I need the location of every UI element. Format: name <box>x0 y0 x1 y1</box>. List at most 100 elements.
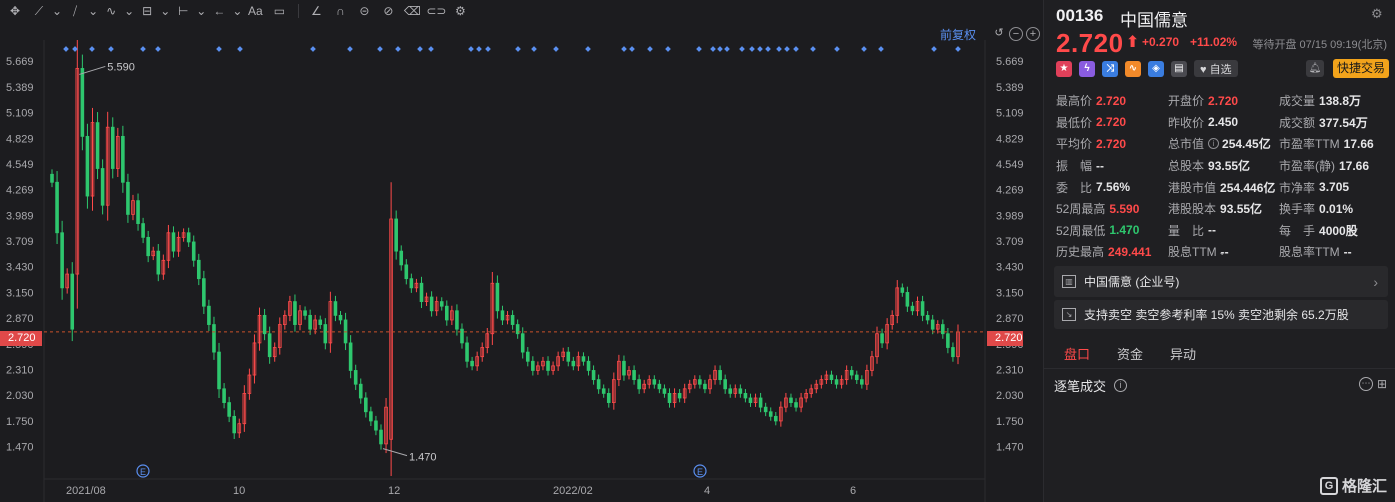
high-annotation: 5.590 <box>107 61 135 73</box>
event-diamond <box>395 46 401 52</box>
candle-body <box>925 314 930 321</box>
fib-tool-icon[interactable]: ⊟ <box>136 1 158 21</box>
candle-body <box>60 232 64 289</box>
stat-cell: 换手率 0.01% <box>1279 198 1392 220</box>
event-diamond <box>310 46 316 52</box>
channel-tool-icon[interactable]: ⧸ <box>64 1 86 21</box>
gear-icon[interactable]: ⚙ <box>1371 6 1385 21</box>
stat-label: 每 手 <box>1279 223 1316 238</box>
candle-body <box>70 273 75 330</box>
chart-badge-icon[interactable]: ∿ <box>1125 60 1141 77</box>
stock-code: 00136 <box>1056 6 1104 25</box>
short-sell-card[interactable]: ↘ 支持卖空 卖空参考利率 15% 卖空池剩余 65.2万股 <box>1054 300 1388 329</box>
toolbar-separator <box>298 4 300 18</box>
stat-label: 平均价 <box>1056 137 1093 152</box>
flash-icon[interactable]: ϟ <box>1079 60 1095 77</box>
quick-trade-button[interactable]: 快捷交易 <box>1333 59 1389 78</box>
company-account-card[interactable]: ▥ 中国儒意 (企业号) › <box>1054 266 1388 297</box>
event-diamond <box>585 46 591 52</box>
stat-cell: 总股本 93.55亿 <box>1168 155 1279 177</box>
info-icon[interactable]: i <box>1114 379 1128 392</box>
magnet-icon[interactable]: ∩ <box>329 1 351 21</box>
event-diamond <box>377 46 383 52</box>
tab-divider <box>1044 368 1395 369</box>
chevron-down-icon[interactable]: ⌄ <box>52 1 62 21</box>
more-icon[interactable]: ⋯ <box>1359 377 1373 391</box>
y-tick-label-right: 2.870 <box>996 313 1024 325</box>
angle-tool-icon[interactable]: ∠ <box>305 1 327 21</box>
candle-body <box>186 232 191 243</box>
shuffle-icon[interactable]: ⤨ <box>1102 60 1118 77</box>
candlestick-chart[interactable]: 5.669 5.669 5.389 5.389 5.109 5.109 4.829 4.829… <box>0 40 1043 502</box>
event-diamond <box>621 46 627 52</box>
y-tick-label-right: 5.389 <box>996 82 1024 94</box>
text-tool-icon[interactable]: Aa <box>244 1 266 21</box>
zoom-in-icon[interactable]: + <box>1026 27 1040 41</box>
detail-tabs: 盘口 资金 异动 <box>1064 344 1223 363</box>
candle-body <box>758 397 763 408</box>
trash-icon[interactable]: ⌫ <box>401 1 423 21</box>
candle-body <box>196 259 201 280</box>
candle-body <box>596 379 601 390</box>
tab-capital-flow[interactable]: 资金 <box>1117 344 1143 363</box>
candle-body <box>728 388 733 394</box>
y-tick-label-left: 5.389 <box>6 82 34 94</box>
y-tick-label-right: 4.829 <box>996 133 1024 145</box>
wave-tool-icon[interactable]: ∿ <box>100 1 122 21</box>
watchlist-button[interactable]: ♥ 自选 <box>1194 60 1238 77</box>
stat-label: 52周最低 <box>1056 223 1106 238</box>
gear-icon[interactable]: ⚙ <box>449 1 471 21</box>
stat-value: 93.55亿 <box>1208 159 1251 174</box>
chevron-down-icon[interactable]: ⌄ <box>124 1 134 21</box>
stat-value: 5.590 <box>1109 201 1140 216</box>
candle-body <box>136 200 140 224</box>
stat-label: 最低价 <box>1056 115 1093 130</box>
chart-area[interactable]: ✥ ⟋ ⌄ ⧸ ⌄ ∿ ⌄ ⊟ ⌄ ⊢ ⌄ ← ⌄ Aa ▭ ∠ ∩ ⊝ ⊘ ⌫ ⊂⊃ ⚙ 前复权 ↺ − + 5.669… <box>0 0 1043 502</box>
y-tick-label-left: 3.150 <box>6 287 34 299</box>
event-diamond <box>931 46 937 52</box>
tab-unusual-moves[interactable]: 异动 <box>1170 344 1196 363</box>
comment-icon[interactable]: ▭ <box>268 1 290 21</box>
candle-body <box>293 301 297 325</box>
event-diamond <box>531 46 537 52</box>
measure-tool-icon[interactable]: ⊢ <box>172 1 194 21</box>
candle-body <box>637 379 641 390</box>
arrow-tool-icon[interactable]: ← <box>208 1 230 21</box>
stat-value: 377.54万 <box>1319 115 1368 130</box>
line-tool-icon[interactable]: ⟋ <box>28 1 50 21</box>
reset-icon[interactable]: ↺ <box>992 27 1006 41</box>
price-change-pct: +11.02% <box>1190 35 1238 49</box>
candle-body <box>212 324 216 353</box>
tab-order-book[interactable]: 盘口 <box>1064 344 1090 363</box>
grid-icon[interactable]: ⊞ <box>1377 377 1391 391</box>
y-tick-label-right: 2.030 <box>996 390 1024 402</box>
tag-icon[interactable]: ◈ <box>1148 60 1164 77</box>
crosshair-icon[interactable]: ✥ <box>4 1 26 21</box>
feature-icons: ★ ϟ ⤨ ∿ ◈ ▤ ♥ 自选 <box>1056 60 1238 77</box>
x-tick-label: 2022/02 <box>553 485 593 497</box>
hot-icon[interactable]: ★ <box>1056 60 1072 77</box>
candle-body <box>303 310 307 316</box>
chevron-down-icon[interactable]: ⌄ <box>232 1 242 21</box>
event-diamond <box>955 46 961 52</box>
info-icon[interactable]: i <box>1208 138 1220 150</box>
note-icon[interactable]: ▤ <box>1171 60 1187 77</box>
expand-stats-icon[interactable]: ⌄ <box>1218 247 1226 258</box>
chevron-down-icon[interactable]: ⌄ <box>160 1 170 21</box>
stat-value: 3.705 <box>1319 180 1350 195</box>
stat-label: 市盈率TTM <box>1279 137 1340 152</box>
candle-body <box>146 236 150 257</box>
chevron-down-icon[interactable]: ⌄ <box>88 1 98 21</box>
stat-value: -- <box>1096 158 1105 173</box>
stat-label: 成交额 <box>1279 115 1316 130</box>
hide-icon[interactable]: ⊘ <box>377 1 399 21</box>
candle-body <box>460 328 464 344</box>
event-diamond <box>108 46 114 52</box>
chevron-down-icon[interactable]: ⌄ <box>196 1 206 21</box>
alert-icon[interactable]: 🔔︎ <box>1306 60 1324 77</box>
zoom-out-icon[interactable]: − <box>1009 27 1023 41</box>
toggle-icon[interactable]: ⊂⊃ <box>425 1 447 21</box>
link-icon[interactable]: ⊝ <box>353 1 375 21</box>
stat-value: -- <box>1208 223 1217 238</box>
stat-label: 历史最高 <box>1056 245 1105 260</box>
